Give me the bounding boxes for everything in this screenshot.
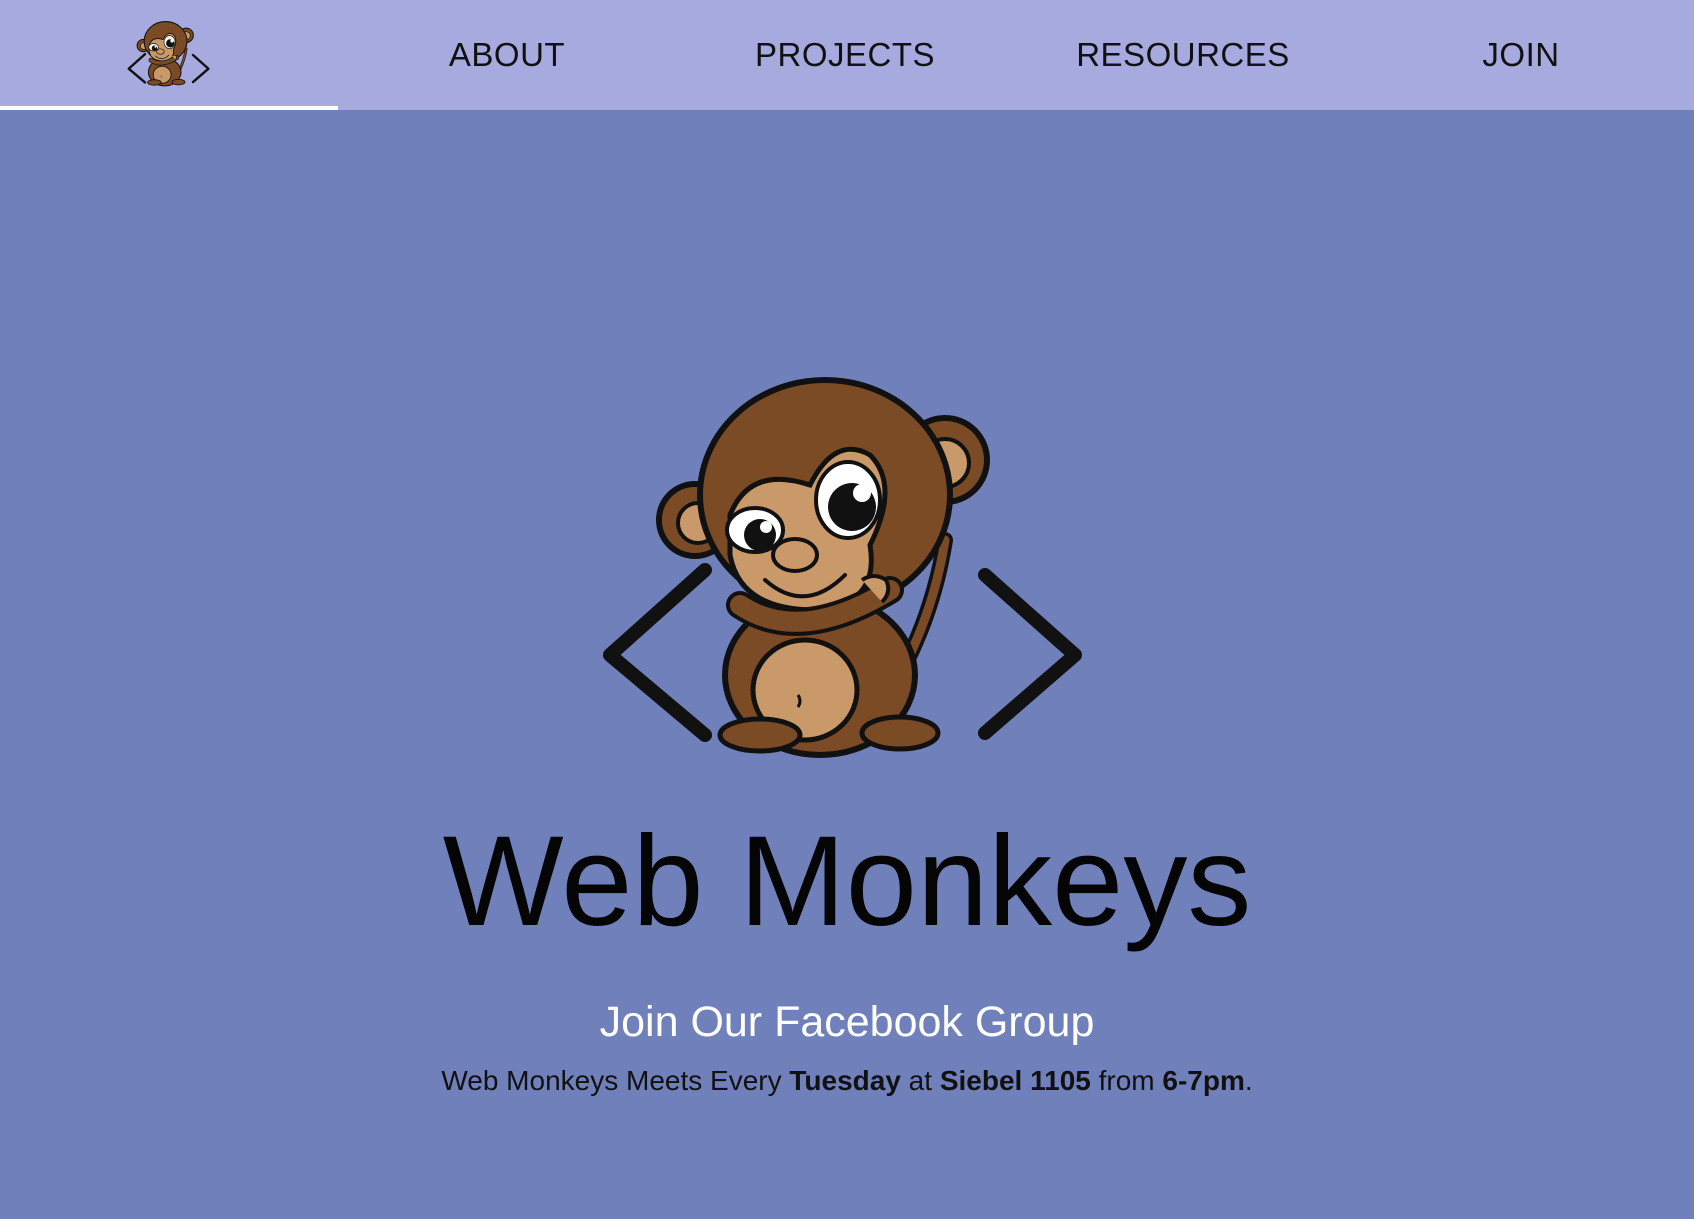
monkey-logo-icon [127, 17, 211, 93]
nav-projects[interactable]: PROJECTS [676, 0, 1014, 110]
hero-title: Web Monkeys [442, 810, 1252, 953]
nav-resources[interactable]: RESOURCES [1014, 0, 1352, 110]
nav-home-logo[interactable] [0, 0, 338, 110]
meeting-info: Web Monkeys Meets Every Tuesday at Siebe… [0, 1064, 1694, 1098]
meeting-from: from [1090, 1065, 1163, 1096]
active-nav-underline [0, 106, 338, 110]
meeting-at: at [900, 1065, 940, 1096]
top-nav: ABOUT PROJECTS RESOURCES JOIN [0, 0, 1694, 110]
meeting-location: Siebel 1105 [939, 1065, 1091, 1096]
meeting-suffix: . [1244, 1065, 1253, 1096]
meeting-prefix: Web Monkeys Meets Every [441, 1065, 790, 1096]
meeting-day: Tuesday [789, 1065, 901, 1096]
facebook-group-link[interactable]: Join Our Facebook Group [600, 998, 1095, 1046]
nav-join[interactable]: JOIN [1352, 0, 1690, 110]
monkey-code-brackets-logo [600, 360, 1090, 790]
facebook-group-link-row: Join Our Facebook Group [0, 997, 1694, 1049]
nav-about[interactable]: ABOUT [338, 0, 676, 110]
meeting-time: 6-7pm [1162, 1065, 1245, 1096]
